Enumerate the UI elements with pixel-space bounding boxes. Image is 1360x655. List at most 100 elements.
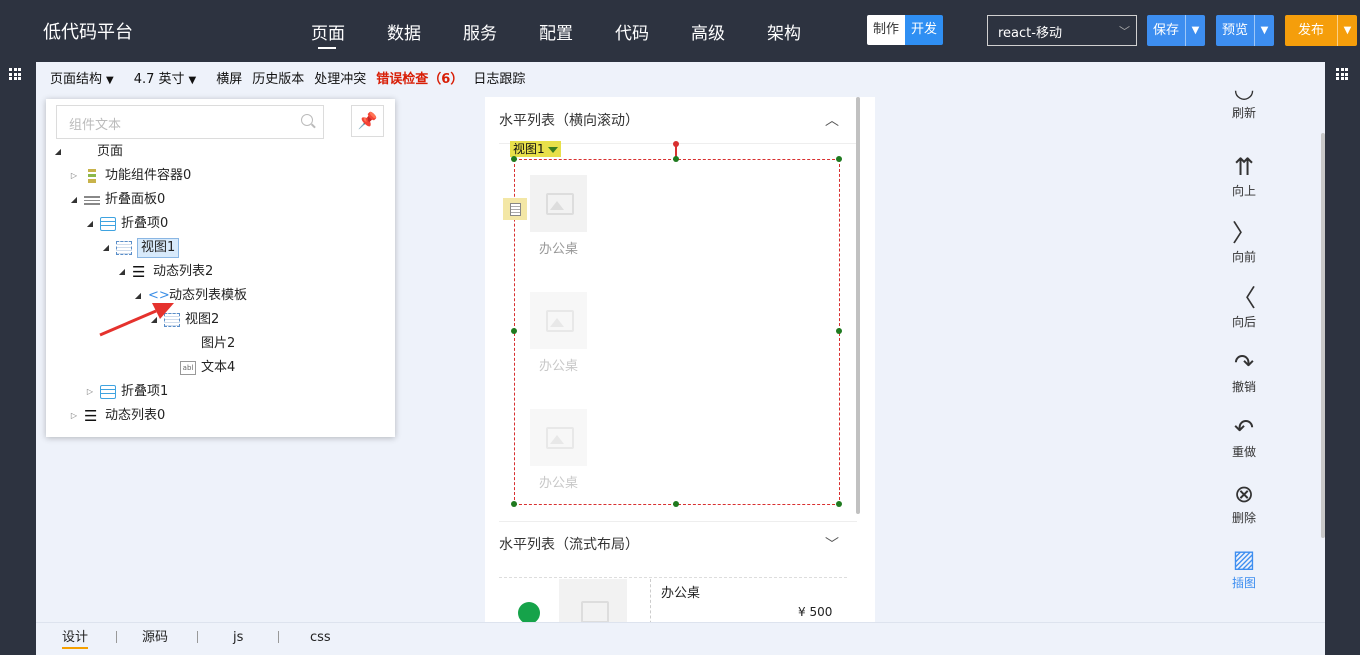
preview-dropdown-icon[interactable]: ▼ xyxy=(1254,15,1274,46)
chevron-up-icon[interactable]: ︿ xyxy=(825,98,839,144)
action-label: 重做 xyxy=(1231,445,1256,459)
publish-button[interactable]: 发布 xyxy=(1285,15,1337,46)
list-card[interactable]: 办公桌 xyxy=(530,292,587,374)
annotation-arrow-icon xyxy=(99,303,174,337)
resize-handle[interactable] xyxy=(673,501,679,507)
error-check-button[interactable]: 错误检查（6） xyxy=(376,68,463,87)
container-icon xyxy=(88,169,96,183)
tab-design[interactable]: 设计 xyxy=(62,627,89,649)
nav-page[interactable]: 页面 xyxy=(290,0,366,62)
action-label: 删除 xyxy=(1231,511,1256,525)
list-card[interactable]: 办公桌 xyxy=(530,175,587,257)
flow-item-title: 办公桌 xyxy=(661,586,701,601)
tab-js[interactable]: js xyxy=(233,627,243,649)
move-forward-button[interactable]: 〉 向前 xyxy=(1185,218,1303,265)
action-label: 向前 xyxy=(1231,250,1256,264)
expand-triangle-icon[interactable]: ◢ xyxy=(116,260,128,284)
tree-node-dynamic-list-2[interactable]: ◢ 动态列表2 xyxy=(116,260,213,284)
expand-triangle-icon[interactable]: ◢ xyxy=(84,212,96,236)
right-scrollbar[interactable] xyxy=(1321,133,1325,538)
expand-triangle-icon[interactable]: ◢ xyxy=(68,188,80,212)
page-structure-dropdown[interactable]: 页面结构 ▼ xyxy=(50,68,124,87)
tree-node-collapse-panel[interactable]: ◢ 折叠面板0 xyxy=(68,188,165,212)
mode-dev-button[interactable]: 开发 xyxy=(905,15,943,45)
chevron-down-icon[interactable]: ﹀ xyxy=(825,522,839,568)
landscape-button[interactable]: 横屏 xyxy=(216,68,242,87)
component-tag-icon[interactable] xyxy=(503,198,527,220)
collapsed-triangle-icon[interactable]: ▷ xyxy=(84,380,96,404)
resize-handle[interactable] xyxy=(673,156,679,162)
delete-button[interactable]: ⊗ 删除 xyxy=(1185,479,1303,526)
insert-image-button[interactable]: ▨ 插图 xyxy=(1185,544,1303,591)
device-size-dropdown[interactable]: 4.7 英寸 ▼ xyxy=(134,68,207,87)
tab-css[interactable]: css xyxy=(310,627,331,649)
tree-node-text-4[interactable]: abl 文本4 xyxy=(164,356,235,380)
publish-dropdown-icon[interactable]: ▼ xyxy=(1337,15,1357,46)
nav-advanced[interactable]: 高级 xyxy=(670,0,746,62)
move-back-button[interactable]: 〈 向后 xyxy=(1185,283,1303,330)
tree-node-view-1[interactable]: ◢ 视图1 xyxy=(100,236,180,260)
undo-button[interactable]: ↷ 撤销 xyxy=(1185,348,1303,395)
action-column: ◡ 刷新 ⇈ 向上 〉 向前 〈 向后 ↷ 撤销 ↶ 重做 ⊗ 删除 ▨ 插图 xyxy=(1185,62,1305,622)
page-icon xyxy=(68,145,78,159)
expand-triangle-icon[interactable]: ◢ xyxy=(100,236,112,260)
collapsed-triangle-icon[interactable]: ▷ xyxy=(68,164,80,188)
device-size-label: 4.7 英寸 xyxy=(133,71,185,87)
move-up-button[interactable]: ⇈ 向上 xyxy=(1185,152,1303,199)
redo-icon: ↶ xyxy=(1233,414,1255,442)
nav-data[interactable]: 数据 xyxy=(366,0,442,62)
history-button[interactable]: 历史版本 xyxy=(252,68,304,87)
resize-handle[interactable] xyxy=(836,501,842,507)
tree-node-label: 折叠项0 xyxy=(121,216,169,231)
left-grid-icon[interactable] xyxy=(9,68,21,80)
divider xyxy=(650,579,651,622)
action-label: 向上 xyxy=(1231,184,1256,198)
preview-button[interactable]: 预览 xyxy=(1216,15,1254,46)
publish-split-button: 发布 ▼ xyxy=(1285,15,1358,46)
resize-handle[interactable] xyxy=(836,328,842,334)
expand-triangle-icon[interactable]: ◢ xyxy=(52,140,64,164)
tab-source[interactable]: 源码 xyxy=(142,627,168,649)
section-header-flow-layout[interactable]: 水平列表（流式布局） ﹀ xyxy=(499,522,839,568)
tree-node-dynamic-list-0[interactable]: ▷ 动态列表0 xyxy=(68,404,165,428)
card-caption: 办公桌 xyxy=(538,359,578,374)
redo-button[interactable]: ↶ 重做 xyxy=(1185,413,1303,460)
conflict-button[interactable]: 处理冲突 xyxy=(314,68,366,87)
nav-architecture[interactable]: 架构 xyxy=(746,0,822,62)
tree-search-input[interactable]: 组件文本 xyxy=(56,105,324,139)
nav-config[interactable]: 配置 xyxy=(518,0,594,62)
phone-scrollbar[interactable] xyxy=(856,97,860,514)
list-card[interactable]: 办公桌 xyxy=(530,409,587,491)
save-dropdown-icon[interactable]: ▼ xyxy=(1185,15,1205,46)
view-tag[interactable]: 视图1 xyxy=(510,141,561,157)
project-select[interactable]: react-移动 ﹀ xyxy=(987,15,1137,46)
close-circle-icon: ⊗ xyxy=(1233,480,1255,508)
resize-handle[interactable] xyxy=(511,328,517,334)
tree-search-placeholder: 组件文本 xyxy=(69,118,122,133)
tree-node-collapse-item-0[interactable]: ◢ 折叠项0 xyxy=(84,212,168,236)
tree-node-page[interactable]: ◢ 页面 xyxy=(52,140,123,164)
save-split-button: 保存 ▼ xyxy=(1147,15,1206,46)
pin-button[interactable]: 📌 xyxy=(351,105,384,137)
image-placeholder-icon xyxy=(559,579,627,622)
nav-service[interactable]: 服务 xyxy=(442,0,518,62)
resize-handle[interactable] xyxy=(511,156,517,162)
action-label: 刷新 xyxy=(1231,106,1256,120)
image-icon: ▨ xyxy=(1232,545,1256,573)
log-trace-button[interactable]: 日志跟踪 xyxy=(473,68,525,87)
resize-handle[interactable] xyxy=(511,501,517,507)
tree-node-label-selected: 视图1 xyxy=(137,238,180,258)
refresh-button[interactable]: ◡ 刷新 xyxy=(1185,77,1303,121)
save-button[interactable]: 保存 xyxy=(1147,15,1185,46)
nav-code[interactable]: 代码 xyxy=(594,0,670,62)
section-header-horizontal-scroll[interactable]: 水平列表（横向滚动） ︿ xyxy=(499,98,839,144)
image-placeholder-icon xyxy=(530,409,587,466)
mode-make-button[interactable]: 制作 xyxy=(867,15,905,45)
right-grid-icon[interactable] xyxy=(1336,68,1348,80)
phone-canvas: 水平列表（横向滚动） ︿ 视图1 办公桌 办公桌 办公桌 水平列表（流式布局） … xyxy=(485,97,875,622)
resize-handle[interactable] xyxy=(836,156,842,162)
tab-separator xyxy=(278,631,279,643)
tree-node-collapse-item-1[interactable]: ▷ 折叠项1 xyxy=(84,380,168,404)
collapsed-triangle-icon[interactable]: ▷ xyxy=(68,404,80,428)
tree-node-func-container[interactable]: ▷ 功能组件容器0 xyxy=(68,164,191,188)
